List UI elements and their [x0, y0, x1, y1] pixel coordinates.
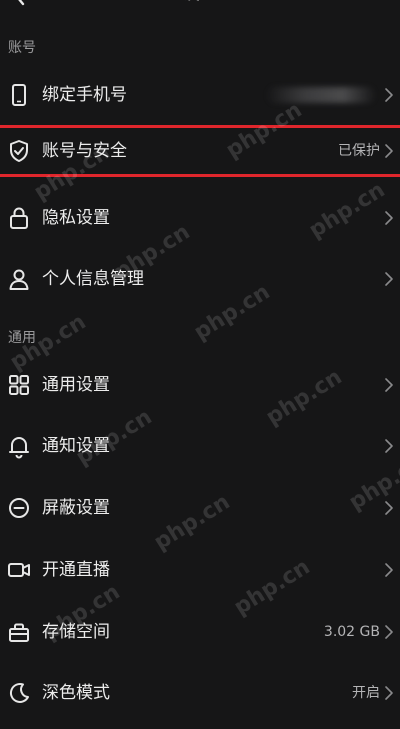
- row-label: 通知设置: [42, 436, 110, 456]
- chevron-right-icon: [384, 562, 394, 578]
- row-notifications[interactable]: 通知设置: [0, 416, 400, 476]
- bell-icon: [6, 433, 32, 459]
- chevron-right-icon: [384, 210, 394, 226]
- video-icon: [6, 557, 32, 583]
- row-bind-phone[interactable]: 绑定手机号: [0, 65, 400, 125]
- moon-icon: [6, 680, 32, 706]
- row-value-protected: 已保护: [338, 143, 380, 159]
- phone-icon: [6, 82, 32, 108]
- chevron-right-icon: [384, 685, 394, 701]
- row-personal-info[interactable]: 个人信息管理: [0, 249, 400, 309]
- settings-screen: 设置 账号 绑定手机号 账号与安全 已保护 隐私设置: [0, 0, 400, 729]
- row-label: 存储空间: [42, 622, 110, 642]
- storage-size: 3.02 GB: [323, 624, 380, 640]
- section-label-account: 账号: [8, 40, 36, 56]
- chevron-right-icon: [384, 624, 394, 640]
- row-label: 绑定手机号: [42, 85, 127, 105]
- section-label-general: 通用: [8, 330, 36, 346]
- row-label: 隐私设置: [42, 208, 110, 228]
- row-dark-mode[interactable]: 深色模式 开启: [0, 663, 400, 723]
- minus-circle-icon: [6, 495, 32, 521]
- row-label: 深色模式: [42, 683, 110, 703]
- chevron-right-icon: [384, 143, 394, 159]
- masked-phone-number: [266, 87, 376, 103]
- row-storage[interactable]: 存储空间 3.02 GB: [0, 602, 400, 662]
- top-bar: 设置: [0, 0, 400, 10]
- storage-box-icon: [6, 619, 32, 645]
- page-title: 设置: [0, 0, 400, 4]
- row-label: 个人信息管理: [42, 269, 144, 289]
- shield-check-icon: [6, 138, 32, 164]
- row-label: 账号与安全: [42, 141, 127, 161]
- lock-icon: [6, 205, 32, 231]
- row-block-settings[interactable]: 屏蔽设置: [0, 478, 400, 538]
- row-label: 开通直播: [42, 560, 110, 580]
- row-live-streaming[interactable]: 开通直播: [0, 540, 400, 600]
- row-label: 屏蔽设置: [42, 498, 110, 518]
- row-privacy[interactable]: 隐私设置: [0, 188, 400, 248]
- chevron-right-icon: [384, 87, 394, 103]
- dark-mode-status: 开启: [352, 685, 380, 701]
- person-icon: [6, 266, 32, 292]
- chevron-right-icon: [384, 438, 394, 454]
- chevron-right-icon: [384, 500, 394, 516]
- row-label: 通用设置: [42, 375, 110, 395]
- chevron-right-icon: [384, 271, 394, 287]
- grid-icon: [6, 372, 32, 398]
- row-general-settings[interactable]: 通用设置: [0, 355, 400, 415]
- chevron-right-icon: [384, 377, 394, 393]
- row-account-security[interactable]: 账号与安全 已保护: [0, 127, 400, 175]
